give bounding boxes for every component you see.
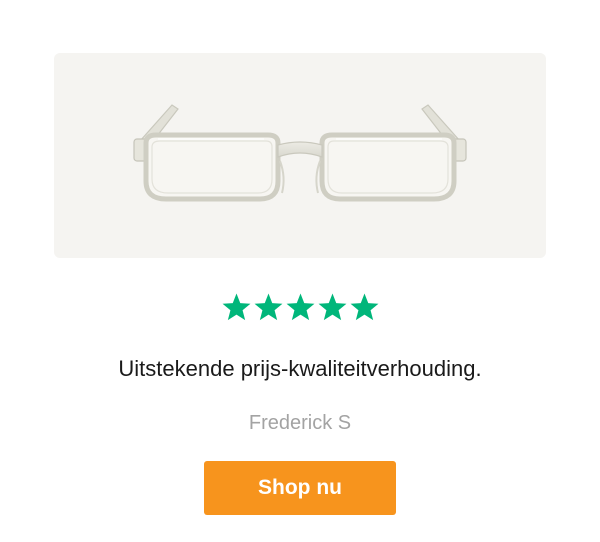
glasses-image [133,104,467,202]
reviewer-name: Frederick S [248,412,352,434]
star-icon [350,293,378,321]
product-image-card [54,53,546,258]
review-text: Uitstekende prijs-kwaliteitverhouding. [118,356,482,381]
star-icon [222,293,250,321]
star-icon [254,293,282,321]
rating-stars [0,292,600,323]
star-icon [286,293,314,321]
star-icon [318,293,346,321]
shop-now-button[interactable]: Shop nu [204,461,396,515]
